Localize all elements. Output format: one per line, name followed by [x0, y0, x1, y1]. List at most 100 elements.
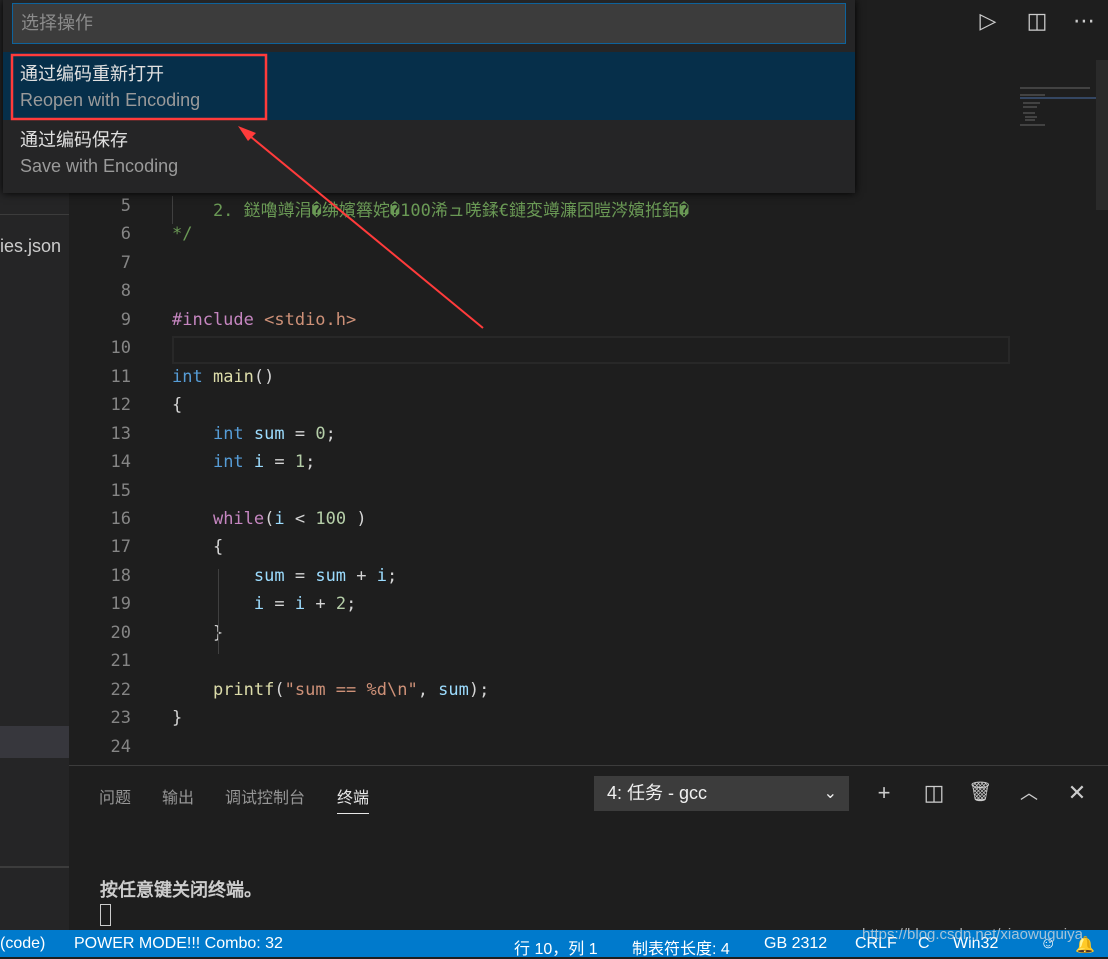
status-encoding[interactable]: GB 2312: [764, 935, 827, 953]
line-number: 5: [120, 196, 131, 216]
quick-pick-input[interactable]: [12, 3, 846, 44]
code-token: sum: [253, 423, 285, 444]
code-token: main: [212, 366, 254, 387]
tab-debug-console[interactable]: 调试控制台: [225, 784, 305, 808]
indent-guide: [218, 569, 219, 654]
terminal-select[interactable]: 4: 任务 - gcc ⌄: [594, 776, 849, 811]
code-token: =: [264, 594, 295, 615]
line-number: 22: [110, 679, 131, 700]
code-token: (): [253, 366, 275, 387]
code-token: 1: [294, 452, 306, 473]
status-tab-size[interactable]: 制表符长度: 4: [632, 935, 730, 959]
plus-icon[interactable]: +: [869, 778, 899, 808]
code-line: */: [172, 224, 192, 244]
terminal-panel: 问题 输出 调试控制台 终端 4: 任务 - gcc ⌄ + ◫ 🗑 ︿ ✕ 按任…: [69, 765, 1108, 930]
chevron-down-icon: ⌄: [823, 785, 837, 802]
selected-file-item[interactable]: [0, 726, 69, 758]
file-item[interactable]: ies.json: [0, 236, 61, 257]
code-token: =: [264, 452, 295, 473]
code-line: sum = sum + i;: [172, 566, 397, 586]
code-token: 2: [335, 594, 347, 615]
code-token: =: [284, 423, 316, 444]
code-token: ;: [387, 565, 398, 586]
line-number: 12: [110, 395, 131, 416]
code-token: #include: [172, 309, 265, 330]
code-token: =: [284, 565, 316, 586]
code-line: }: [172, 708, 182, 728]
line-number: 7: [120, 252, 131, 273]
item-detail: Save with Encoding: [20, 156, 179, 176]
code-token: 2. 鎹嚕竴涓�绋嬪簭姹�100浠ュ唴鍒€鏈変竴濂囨暟涔嬪拰銆�: [172, 201, 690, 221]
code-token: */: [172, 224, 193, 245]
terminal-output: 按任意键关闭终端。: [100, 880, 262, 901]
terminal-cursor: [100, 904, 111, 926]
code-line: int main(): [172, 367, 274, 387]
code-token: "sum == %d\n": [284, 679, 418, 700]
status-power-mode[interactable]: POWER MODE!!! Combo: 32: [74, 935, 283, 953]
item-title: 通过编码保存: [20, 130, 128, 150]
code-line: }: [172, 623, 223, 643]
code-line: i = i + 2;: [172, 594, 356, 614]
code-token: }: [172, 708, 183, 729]
code-token: ,: [417, 679, 439, 700]
line-number: 16: [110, 508, 131, 529]
status-cursor-position[interactable]: 行 10，列 1: [514, 935, 598, 959]
code-line: int sum = 0;: [172, 424, 336, 444]
split-editor-icon[interactable]: ◫: [1022, 6, 1052, 36]
line-number: 11: [110, 366, 131, 387]
minimap[interactable]: [1015, 85, 1097, 130]
code-token: (: [264, 508, 275, 529]
code-line: {: [172, 537, 223, 557]
line-number: 13: [110, 423, 131, 444]
code-token: int: [212, 452, 244, 473]
divider: [0, 866, 69, 868]
tab-output[interactable]: 输出: [162, 784, 194, 808]
code-token: ;: [305, 452, 316, 473]
line-number: 10: [110, 338, 131, 359]
tab-problems[interactable]: 问题: [99, 784, 131, 808]
line-number: 8: [120, 281, 131, 302]
code-line: #include <stdio.h>: [172, 310, 356, 330]
code-line: {: [172, 395, 182, 415]
split-terminal-icon[interactable]: ◫: [919, 778, 949, 808]
code-token: 100: [315, 508, 347, 529]
code-line: 2. 鎹嚕竴涓�绋嬪簭姹�100浠ュ唴鍒€鏈変竴濂囨暟涔嬪拰銆�: [172, 196, 689, 221]
code-token: ): [346, 508, 367, 529]
status-item[interactable]: (code): [0, 935, 45, 953]
vertical-scrollbar[interactable]: [1096, 60, 1108, 210]
code-token: {: [172, 537, 224, 558]
divider: [0, 214, 69, 215]
quick-pick-item-reopen[interactable]: 通过编码重新打开 Reopen with Encoding: [3, 52, 855, 120]
code-token: i: [274, 508, 285, 529]
quick-pick: 通过编码重新打开 Reopen with Encoding 通过编码保存 Sav…: [3, 0, 855, 193]
more-icon[interactable]: ⋯: [1069, 6, 1099, 36]
line-number: 19: [110, 594, 131, 615]
code-token: sum: [253, 565, 285, 586]
code-line: while(i < 100 ): [172, 509, 367, 529]
code-token: int: [172, 366, 203, 387]
trash-icon[interactable]: 🗑: [965, 778, 995, 808]
line-number: 18: [110, 565, 131, 586]
line-number: 20: [110, 622, 131, 643]
code-token: <: [284, 508, 316, 529]
item-title: 通过编码重新打开: [20, 64, 164, 84]
tab-terminal[interactable]: 终端: [337, 784, 370, 814]
line-number: 24: [110, 736, 131, 757]
quick-pick-item-save[interactable]: 通过编码保存 Save with Encoding: [3, 118, 855, 186]
chevron-up-icon[interactable]: ︿: [1014, 778, 1044, 808]
line-number: 14: [110, 452, 131, 473]
code-token: sum: [315, 565, 347, 586]
code-token: sum: [438, 679, 469, 700]
code-token: i: [253, 452, 265, 473]
close-icon[interactable]: ✕: [1062, 778, 1092, 808]
code-token: 0: [315, 423, 326, 444]
code-token: i: [253, 594, 265, 615]
code-token: {: [172, 395, 183, 416]
run-icon[interactable]: ▷: [973, 6, 1003, 36]
watermark: https://blog.csdn.net/xiaowuguiya: [862, 926, 1083, 943]
